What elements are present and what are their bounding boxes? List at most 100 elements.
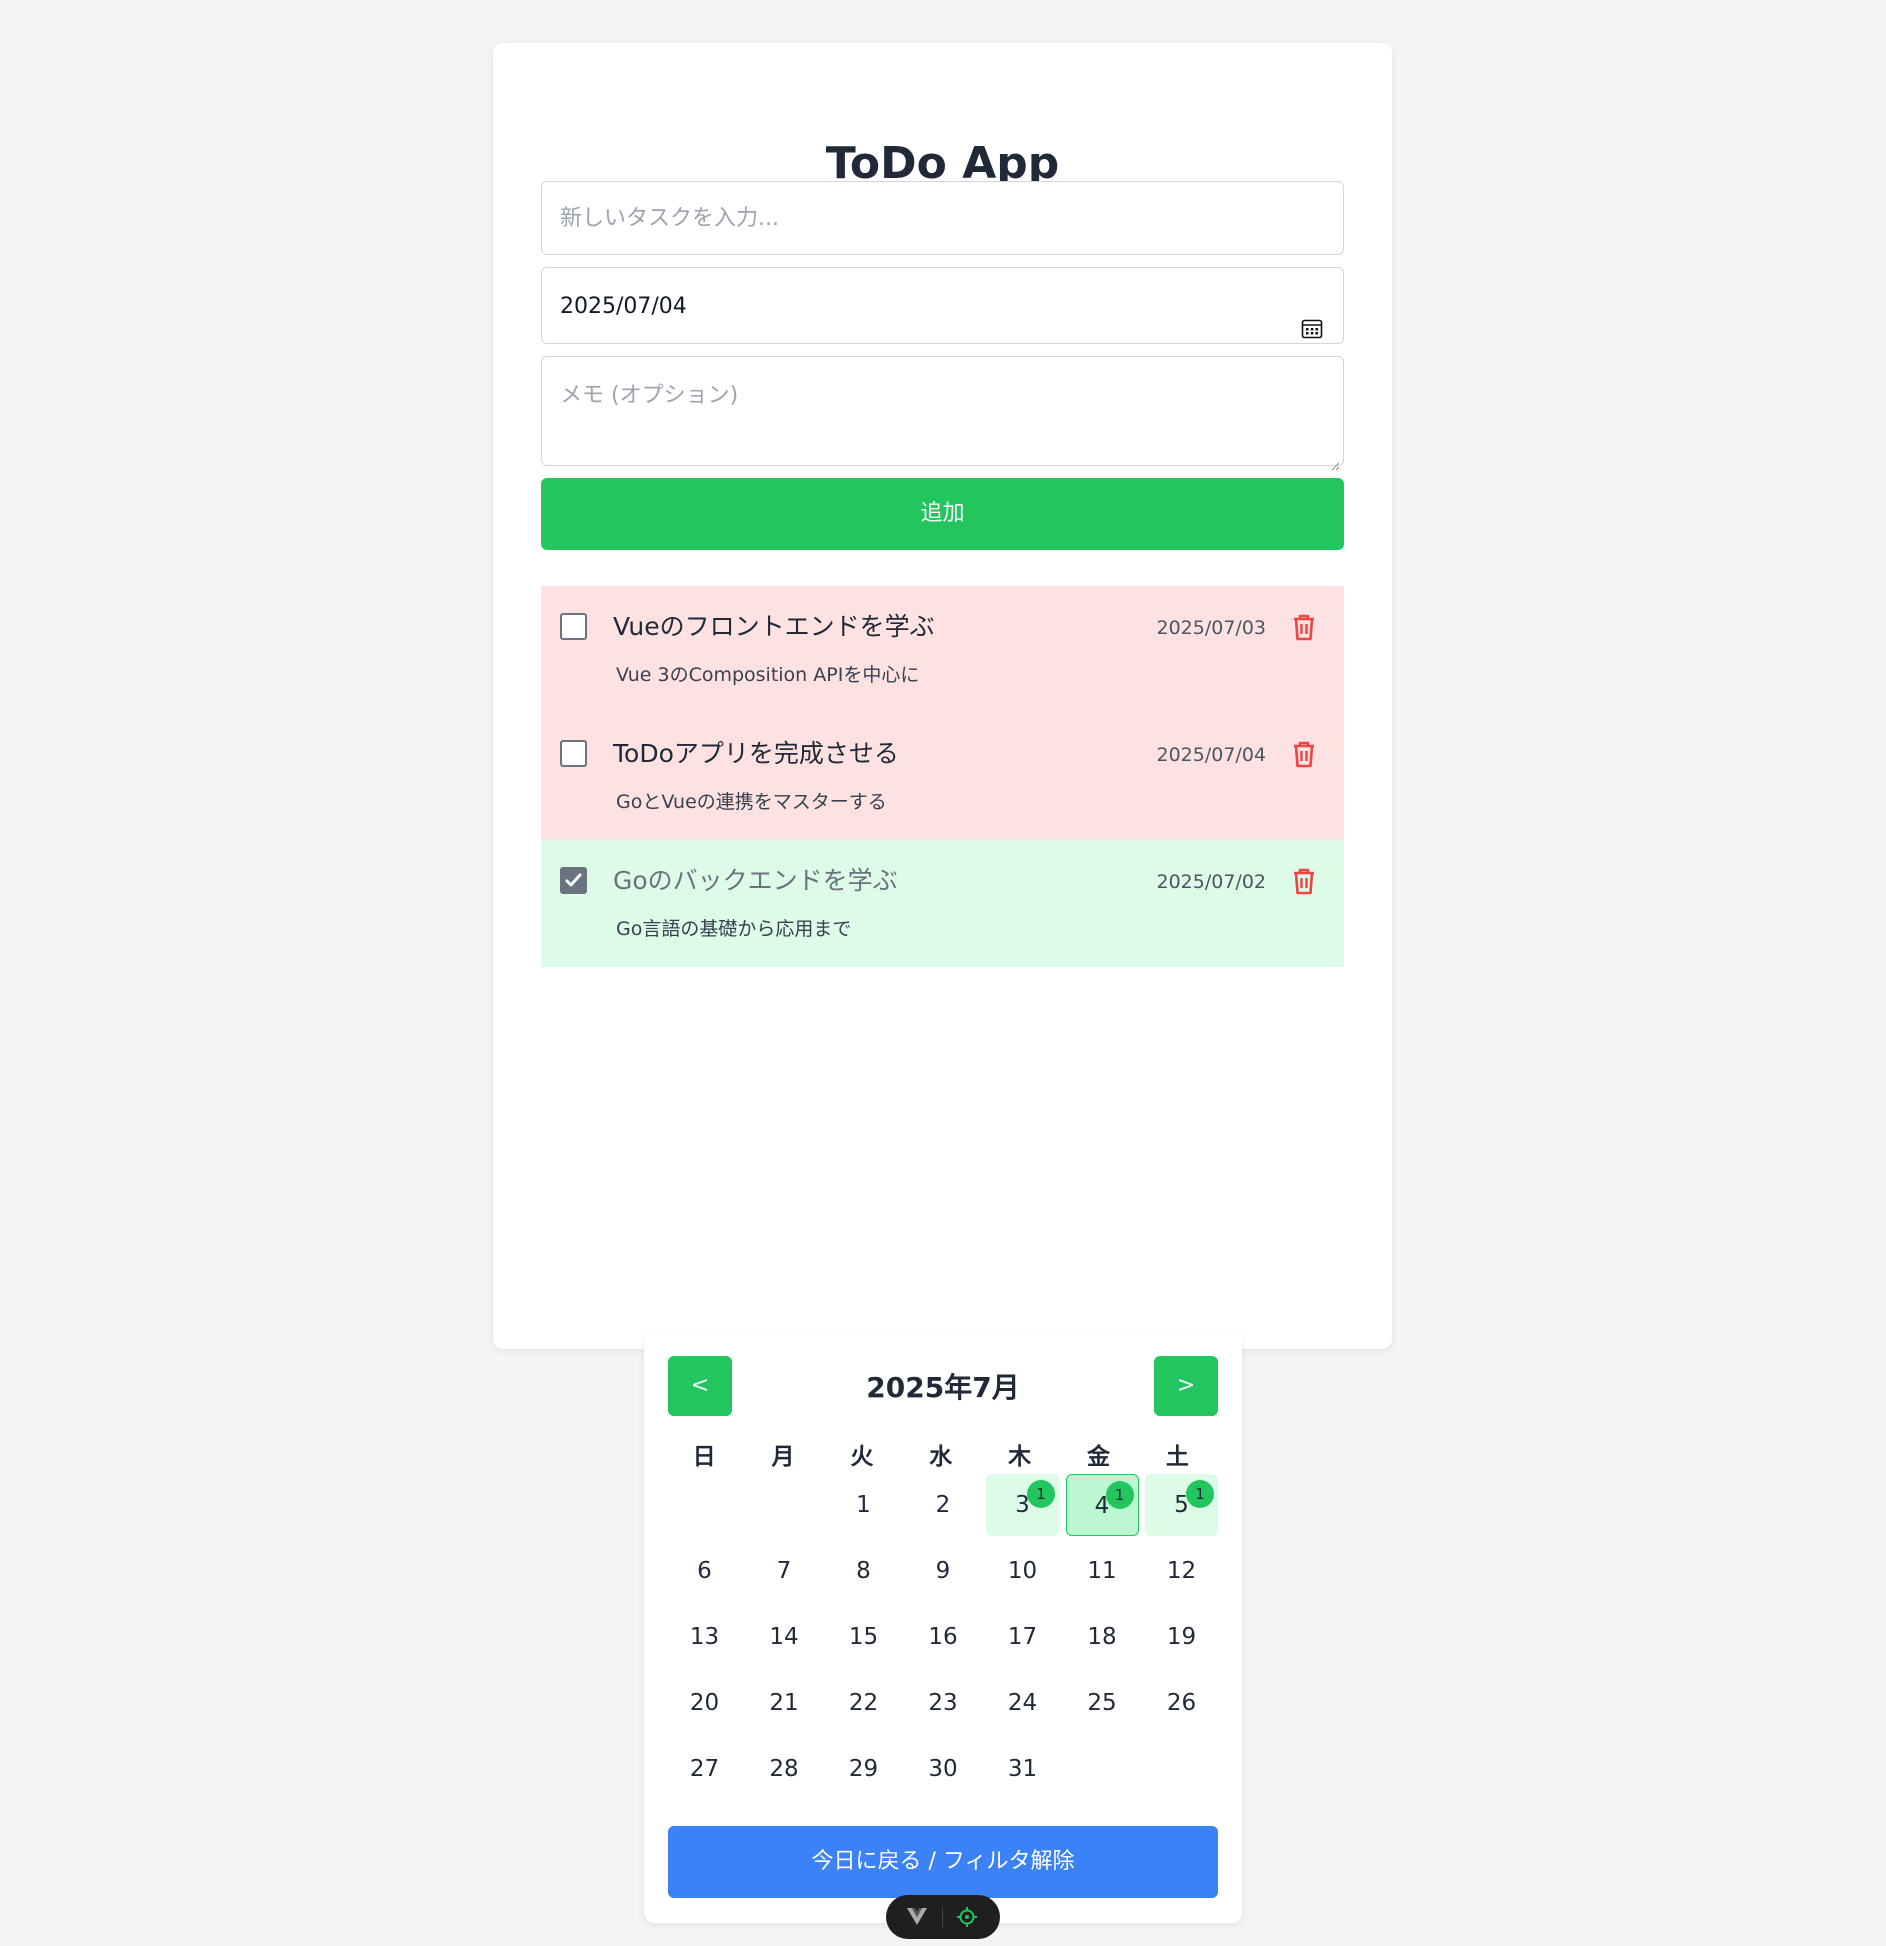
calendar-grid: 日 月 火 水 木 金 土 1 2 3 1 4 1 5 1 6 7 8 9 10 11 12 13 14 15 16… — [668, 1440, 1220, 1804]
calendar-day[interactable]: 10 — [986, 1540, 1059, 1602]
calendar-blank-cell — [748, 1474, 821, 1536]
calendar-day-number: 11 — [1087, 1558, 1117, 1584]
calendar-day-number: 19 — [1166, 1624, 1197, 1650]
calendar-day[interactable]: 22 — [827, 1672, 900, 1734]
todo-item: ToDoアプリを完成させる GoとVueの連携をマスターする 2025/07/0… — [541, 713, 1344, 840]
next-month-button[interactable]: > — [1154, 1356, 1218, 1416]
calendar-day-number: 8 — [856, 1558, 871, 1584]
calendar-day-number: 24 — [1007, 1690, 1038, 1716]
devtools-toolbar[interactable] — [886, 1895, 1000, 1939]
calendar-icon[interactable] — [1301, 295, 1323, 339]
calendar-day[interactable]: 9 — [907, 1540, 980, 1602]
task-input[interactable]: 新しいタスクを入力... — [541, 181, 1344, 255]
resize-handle-icon[interactable] — [1330, 452, 1340, 471]
vue-logo-icon[interactable] — [906, 1906, 928, 1930]
todo-date: 2025/07/03 — [1156, 617, 1266, 639]
calendar-day-number: 28 — [769, 1756, 799, 1782]
due-date-input[interactable]: 2025/07/04 — [541, 267, 1344, 344]
calendar-day-number: 27 — [689, 1756, 720, 1782]
calendar-day[interactable]: 28 — [748, 1738, 821, 1800]
calendar-day[interactable]: 21 — [748, 1672, 821, 1734]
weekday-label: 金 — [1086, 1444, 1110, 1470]
todo-card: ToDo App 新しいタスクを入力... 2025/07/04 メモ (オプシ… — [493, 43, 1392, 1349]
calendar-day-number: 12 — [1166, 1558, 1197, 1584]
calendar-day[interactable]: 16 — [907, 1606, 980, 1668]
calendar-day[interactable]: 24 — [986, 1672, 1059, 1734]
calendar-day-number: 2 — [935, 1492, 951, 1518]
trash-icon[interactable] — [1290, 739, 1318, 769]
calendar-day-number: 31 — [1007, 1756, 1038, 1782]
calendar-days: 1 2 3 1 4 1 5 1 6 7 8 9 10 11 12 13 14 15 16 17 18 19 20 21 22 23… — [668, 1474, 1228, 1804]
calendar-widget: < 2025年7月 > 日 月 火 水 木 金 土 1 2 3 1 4 1 5 1 6 7 8 9 10… — [644, 1332, 1242, 1923]
calendar-day[interactable]: 1 — [827, 1474, 900, 1536]
calendar-day-number: 29 — [848, 1756, 879, 1782]
reset-filter-button[interactable]: 今日に戻る / フィルタ解除 — [668, 1826, 1218, 1898]
calendar-day[interactable]: 27 — [668, 1738, 741, 1800]
todo-checkbox-checked[interactable] — [560, 867, 587, 894]
calendar-day[interactable]: 13 — [668, 1606, 741, 1668]
calendar-day[interactable]: 23 — [907, 1672, 980, 1734]
calendar-day[interactable]: 8 — [827, 1540, 900, 1602]
calendar-day[interactable]: 31 — [986, 1474, 1059, 1536]
devtools-divider — [942, 1907, 943, 1927]
trash-icon[interactable] — [1290, 866, 1318, 896]
weekday-label: 火 — [850, 1444, 874, 1470]
calendar-day-number: 26 — [1166, 1690, 1197, 1716]
memo-placeholder: メモ (オプション) — [560, 383, 739, 408]
calendar-day-number: 9 — [935, 1558, 951, 1584]
due-date-value: 2025/07/04 — [560, 294, 687, 319]
weekday-header: 日 月 火 水 木 金 土 — [668, 1440, 1220, 1474]
calendar-day[interactable]: 31 — [986, 1738, 1059, 1800]
calendar-day[interactable]: 29 — [827, 1738, 900, 1800]
crosshair-icon[interactable] — [956, 1906, 978, 1932]
calendar-day-number: 18 — [1087, 1624, 1117, 1650]
todo-item: Vueのフロントエンドを学ぶ Vue 3のComposition APIを中心に… — [541, 586, 1344, 713]
calendar-day[interactable]: 18 — [1066, 1606, 1139, 1668]
calendar-day[interactable]: 17 — [986, 1606, 1059, 1668]
todo-memo: GoとVueの連携をマスターする — [616, 791, 887, 813]
calendar-day-number: 16 — [928, 1624, 958, 1650]
calendar-day-number: 13 — [689, 1624, 720, 1650]
todo-date: 2025/07/02 — [1156, 871, 1266, 893]
todo-list: Vueのフロントエンドを学ぶ Vue 3のComposition APIを中心に… — [541, 586, 1344, 967]
memo-textarea[interactable]: メモ (オプション) — [541, 356, 1344, 471]
calendar-day[interactable]: 30 — [907, 1738, 980, 1800]
calendar-day-number: 14 — [769, 1624, 799, 1650]
calendar-day[interactable]: 11 — [1066, 1540, 1139, 1602]
weekday-label: 木 — [1008, 1444, 1032, 1470]
weekday-label: 月 — [771, 1444, 795, 1470]
todo-checkbox[interactable] — [560, 613, 587, 640]
todo-item-done: Goのバックエンドを学ぶ Go言語の基礎から応用まで 2025/07/02 — [541, 840, 1344, 967]
calendar-day-number: 21 — [769, 1690, 799, 1716]
calendar-day[interactable]: 6 — [668, 1540, 741, 1602]
task-count-badge: 1 — [1027, 1480, 1055, 1508]
task-count-badge: 1 — [1186, 1480, 1214, 1508]
calendar-day-number: 17 — [1007, 1624, 1038, 1650]
calendar-day[interactable]: 25 — [1066, 1672, 1139, 1734]
todo-checkbox[interactable] — [560, 740, 587, 767]
calendar-day-number: 15 — [848, 1624, 879, 1650]
calendar-day[interactable]: 15 — [827, 1606, 900, 1668]
calendar-day[interactable]: 2 — [907, 1474, 980, 1536]
calendar-day-number: 7 — [776, 1558, 792, 1584]
todo-date: 2025/07/04 — [1156, 744, 1266, 766]
calendar-day[interactable]: 7 — [748, 1540, 821, 1602]
calendar-month-label: 2025年7月 — [866, 1371, 1020, 1404]
calendar-day[interactable]: 41 — [1065, 1474, 1139, 1536]
weekday-label: 日 — [692, 1444, 716, 1470]
todo-title: Goのバックエンドを学ぶ — [613, 866, 898, 895]
add-button[interactable]: 追加 — [541, 478, 1344, 550]
task-input-placeholder: 新しいタスクを入力... — [560, 206, 779, 231]
calendar-day[interactable]: 14 — [748, 1606, 821, 1668]
calendar-day-number: 22 — [848, 1690, 879, 1716]
calendar-day-number: 10 — [1007, 1558, 1038, 1584]
calendar-day[interactable]: 12 — [1145, 1540, 1218, 1602]
calendar-day[interactable]: 51 — [1145, 1474, 1218, 1536]
todo-memo: Vue 3のComposition APIを中心に — [616, 664, 920, 686]
calendar-day[interactable]: 20 — [668, 1672, 741, 1734]
trash-icon[interactable] — [1290, 612, 1318, 642]
calendar-day-number: 23 — [928, 1690, 958, 1716]
calendar-day[interactable]: 26 — [1145, 1672, 1218, 1734]
calendar-day[interactable]: 19 — [1145, 1606, 1218, 1668]
todo-title: Vueのフロントエンドを学ぶ — [613, 612, 935, 641]
